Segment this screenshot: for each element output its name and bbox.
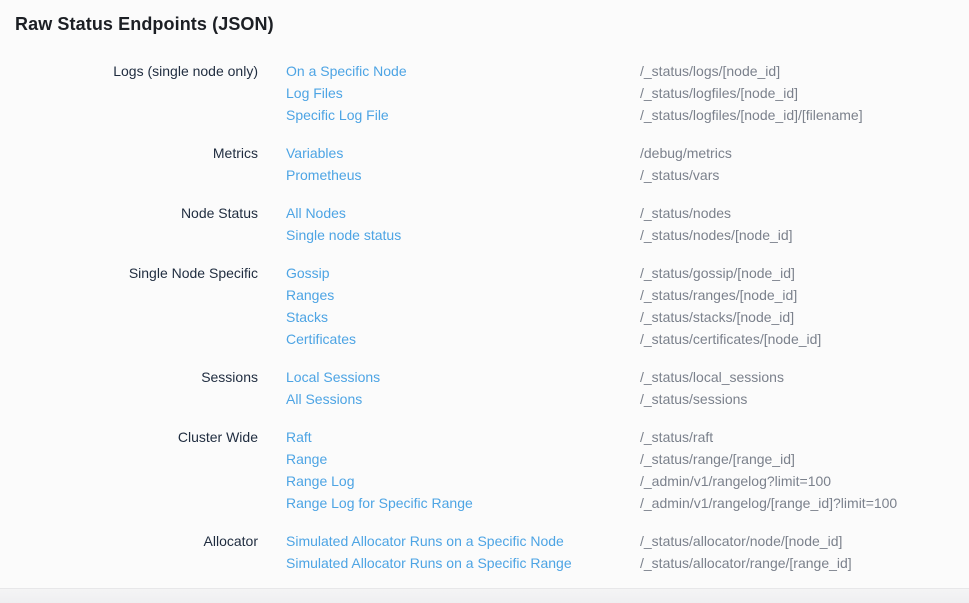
endpoint-link-row: Range Log for Specific Range	[286, 492, 640, 514]
endpoint-link-row: Stacks	[286, 306, 640, 328]
group-label: Metrics	[15, 142, 286, 164]
group-paths: /_status/nodes/_status/nodes/[node_id]	[640, 202, 969, 246]
group-links: All Nodes Single node status	[286, 202, 640, 246]
endpoint-path: /_status/allocator/range/[range_id]	[640, 552, 969, 574]
endpoint-link[interactable]: Raft	[286, 429, 312, 445]
group-links: On a Specific Node Log Files Specific Log …	[286, 60, 640, 126]
endpoint-link[interactable]: Range Log	[286, 473, 355, 489]
endpoint-path: /_status/certificates/[node_id]	[640, 328, 969, 350]
group-links: Variables Prometheus	[286, 142, 640, 186]
endpoint-link[interactable]: Single node status	[286, 227, 401, 243]
endpoint-path: /_status/stacks/[node_id]	[640, 306, 969, 328]
endpoint-link[interactable]: Log Files	[286, 85, 343, 101]
endpoint-group: Logs (single node only) On a Specific No…	[15, 60, 969, 126]
endpoint-group: Metrics Variables Prometheus /debug/metri…	[15, 142, 969, 186]
group-paths: /_status/allocator/node/[node_id]/_statu…	[640, 530, 969, 574]
endpoint-link[interactable]: All Sessions	[286, 391, 362, 407]
endpoint-path: /_admin/v1/rangelog/[range_id]?limit=100	[640, 492, 969, 514]
endpoint-link[interactable]: Prometheus	[286, 167, 361, 183]
page-title: Raw Status Endpoints (JSON)	[15, 12, 969, 36]
endpoint-path: /_status/nodes/[node_id]	[640, 224, 969, 246]
endpoint-group: Sessions Local Sessions All Sessions /_st…	[15, 366, 969, 410]
endpoint-link[interactable]: Range Log for Specific Range	[286, 495, 473, 511]
endpoint-link-row: Variables	[286, 142, 640, 164]
endpoint-link-row: All Nodes	[286, 202, 640, 224]
endpoint-path: /_status/range/[range_id]	[640, 448, 969, 470]
endpoint-path: /_status/logfiles/[node_id]/[filename]	[640, 104, 969, 126]
endpoint-link[interactable]: Stacks	[286, 309, 328, 325]
endpoint-link[interactable]: Simulated Allocator Runs on a Specific N…	[286, 533, 564, 549]
endpoint-link-row: Simulated Allocator Runs on a Specific R…	[286, 552, 640, 574]
endpoint-link-row: On a Specific Node	[286, 60, 640, 82]
endpoint-path: /_status/logs/[node_id]	[640, 60, 969, 82]
group-paths: /_status/raft/_status/range/[range_id]/_…	[640, 426, 969, 514]
endpoint-link[interactable]: Ranges	[286, 287, 334, 303]
endpoint-link-row: Log Files	[286, 82, 640, 104]
group-links: Gossip Ranges Stacks Certificates	[286, 262, 640, 350]
group-paths: /_status/local_sessions/_status/sessions	[640, 366, 969, 410]
group-paths: /_status/gossip/[node_id]/_status/ranges…	[640, 262, 969, 350]
endpoint-group: Single Node Specific Gossip Ranges Stacks C…	[15, 262, 969, 350]
endpoint-link-row: Specific Log File	[286, 104, 640, 126]
group-label: Single Node Specific	[15, 262, 286, 284]
group-label: Cluster Wide	[15, 426, 286, 448]
endpoint-link[interactable]: Gossip	[286, 265, 330, 281]
endpoint-link-row: Local Sessions	[286, 366, 640, 388]
endpoint-path: /_status/ranges/[node_id]	[640, 284, 969, 306]
endpoint-link-row: Range Log	[286, 470, 640, 492]
endpoint-link-row: Ranges	[286, 284, 640, 306]
endpoint-path: /_status/sessions	[640, 388, 969, 410]
endpoint-link[interactable]: Variables	[286, 145, 343, 161]
endpoint-path: /_status/raft	[640, 426, 969, 448]
endpoint-group: Allocator Simulated Allocator Runs on a …	[15, 530, 969, 574]
endpoint-link[interactable]: Range	[286, 451, 327, 467]
group-links: Raft Range Range Log Range Log for Specific…	[286, 426, 640, 514]
endpoint-link-row: Certificates	[286, 328, 640, 350]
endpoint-groups: Logs (single node only) On a Specific No…	[15, 60, 969, 574]
endpoint-group: Cluster Wide Raft Range Range Log Range Log…	[15, 426, 969, 514]
endpoint-link[interactable]: On a Specific Node	[286, 63, 407, 79]
group-links: Simulated Allocator Runs on a Specific N…	[286, 530, 640, 574]
endpoint-path: /_status/vars	[640, 164, 969, 186]
group-label: Allocator	[15, 530, 286, 552]
group-links: Local Sessions All Sessions	[286, 366, 640, 410]
endpoint-link[interactable]: Specific Log File	[286, 107, 389, 123]
endpoint-link-row: Raft	[286, 426, 640, 448]
endpoint-path: /_admin/v1/rangelog?limit=100	[640, 470, 969, 492]
group-label: Sessions	[15, 366, 286, 388]
endpoint-path: /_status/gossip/[node_id]	[640, 262, 969, 284]
endpoint-link-row: Single node status	[286, 224, 640, 246]
group-paths: /debug/metrics/_status/vars	[640, 142, 969, 186]
endpoint-link-row: Prometheus	[286, 164, 640, 186]
endpoint-link[interactable]: Certificates	[286, 331, 356, 347]
endpoint-link[interactable]: Local Sessions	[286, 369, 380, 385]
endpoint-link[interactable]: Simulated Allocator Runs on a Specific R…	[286, 555, 572, 571]
endpoint-path: /_status/nodes	[640, 202, 969, 224]
endpoint-path: /_status/logfiles/[node_id]	[640, 82, 969, 104]
page-content: Raw Status Endpoints (JSON) Logs (single…	[0, 0, 969, 574]
endpoint-link-row: Simulated Allocator Runs on a Specific N…	[286, 530, 640, 552]
endpoint-link-row: Range	[286, 448, 640, 470]
endpoint-path: /_status/allocator/node/[node_id]	[640, 530, 969, 552]
group-paths: /_status/logs/[node_id]/_status/logfiles…	[640, 60, 969, 126]
endpoint-path: /_status/local_sessions	[640, 366, 969, 388]
endpoint-link[interactable]: All Nodes	[286, 205, 346, 221]
endpoint-link-row: Gossip	[286, 262, 640, 284]
endpoint-group: Node Status All NodesSingle node status …	[15, 202, 969, 246]
endpoint-path: /debug/metrics	[640, 142, 969, 164]
group-label: Logs (single node only)	[15, 60, 286, 82]
group-label: Node Status	[15, 202, 286, 224]
raw-status-endpoints-page: Raw Status Endpoints (JSON) Logs (single…	[0, 0, 969, 603]
footer-band	[0, 588, 969, 603]
endpoint-link-row: All Sessions	[286, 388, 640, 410]
